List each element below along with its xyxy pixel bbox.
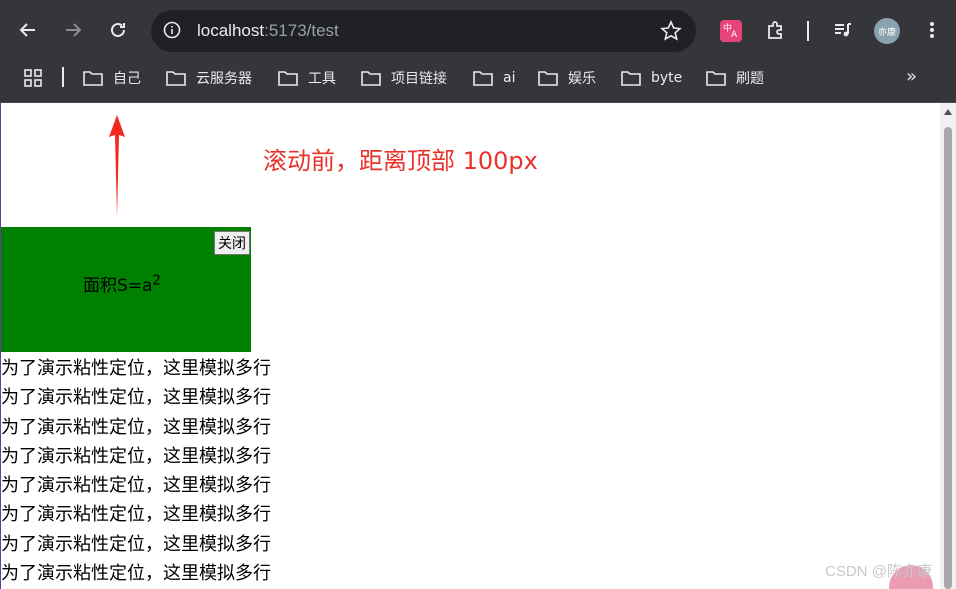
page-viewport: 滚动前，距离顶部 100px 面积S=a2 关闭 为了演示粘性定位，这里模拟多行…	[0, 103, 941, 589]
close-button[interactable]: 关闭	[214, 231, 250, 255]
content-lines: 为了演示粘性定位，这里模拟多行 为了演示粘性定位，这里模拟多行 为了演示粘性定位…	[1, 354, 401, 588]
bookmark-label: 工具	[308, 71, 336, 87]
folder-icon	[361, 71, 381, 86]
media-queue-icon[interactable]	[831, 18, 855, 42]
text-line: 为了演示粘性定位，这里模拟多行	[1, 504, 271, 526]
sticky-box: 面积S=a2 关闭	[1, 227, 251, 352]
folder-icon	[83, 71, 103, 86]
extensions-puzzle-icon[interactable]	[764, 18, 788, 42]
folder-icon	[166, 71, 186, 86]
bookmarks-separator	[62, 67, 64, 87]
annotation-text: 滚动前，距离顶部 100px	[263, 147, 538, 175]
bookmarks-overflow-chevron-icon[interactable]: »	[906, 66, 917, 87]
text-line: 为了演示粘性定位，这里模拟多行	[1, 358, 271, 379]
area-label: 面积S=a	[83, 276, 153, 296]
url-path: :5173/test	[264, 21, 339, 40]
scrollbar-thumb[interactable]	[944, 127, 952, 589]
bookmark-folder-item[interactable]: byte	[621, 67, 682, 89]
forward-arrow-icon[interactable]	[61, 18, 85, 42]
scroll-up-arrow-icon[interactable]	[944, 109, 952, 115]
bookmark-label: byte	[651, 70, 683, 86]
text-line: 为了演示粘性定位，这里模拟多行	[1, 416, 271, 438]
apps-grid-icon[interactable]	[24, 69, 42, 87]
watermark-text: CSDN @陈亦康	[825, 563, 932, 580]
annotation-arrow-icon	[109, 115, 125, 217]
bookmark-folder-item[interactable]: 自己	[83, 67, 141, 89]
reload-icon[interactable]	[106, 18, 130, 42]
vertical-scrollbar[interactable]	[940, 103, 956, 589]
bookmark-star-icon[interactable]	[660, 20, 682, 42]
area-formula: 面积S=a2	[83, 271, 161, 296]
browser-window: localhost:5173/test 中 A 亦康 自己 云服务器 工具 项目…	[0, 0, 956, 589]
bookmark-folder-item[interactable]: 云服务器	[166, 67, 252, 89]
text-line: 为了演示粘性定位，这里模拟多行	[1, 445, 271, 467]
bookmark-label: ai	[503, 70, 516, 86]
bookmark-label: 娱乐	[568, 71, 596, 87]
bookmark-folder-item[interactable]: 项目链接	[361, 67, 447, 89]
translate-extension-icon[interactable]: 中 A	[720, 20, 742, 42]
folder-icon	[278, 71, 298, 86]
folder-icon	[538, 71, 558, 86]
profile-avatar[interactable]: 亦康	[874, 18, 900, 44]
more-menu-icon[interactable]	[920, 18, 944, 42]
bookmark-label: 刷题	[736, 71, 764, 87]
folder-icon	[621, 71, 641, 86]
folder-icon	[473, 71, 493, 86]
bookmark-folder-item[interactable]: ai	[473, 67, 515, 89]
translate-ext-char-bottom: A	[731, 30, 738, 40]
text-line: 为了演示粘性定位，这里模拟多行	[1, 475, 271, 497]
bookmark-label: 项目链接	[391, 71, 447, 87]
url-text: localhost:5173/test	[197, 21, 339, 41]
bookmark-folder-item[interactable]: 刷题	[706, 67, 764, 89]
back-arrow-icon[interactable]	[16, 18, 40, 42]
bookmarks-bar: 自己 云服务器 工具 项目链接 ai 娱乐 byte 刷题 »	[0, 61, 956, 103]
bookmark-label: 云服务器	[196, 71, 252, 87]
browser-toolbar: localhost:5173/test 中 A 亦康	[0, 0, 956, 61]
toolbar-divider	[807, 21, 809, 41]
site-info-icon[interactable]	[163, 21, 181, 39]
bookmark-label: 自己	[113, 71, 141, 87]
text-line: 为了演示粘性定位，这里模拟多行	[1, 563, 271, 585]
bookmark-folder-item[interactable]: 娱乐	[538, 67, 596, 89]
text-line: 为了演示粘性定位，这里模拟多行	[1, 387, 271, 409]
area-exponent: 2	[152, 273, 161, 289]
text-line: 为了演示粘性定位，这里模拟多行	[1, 533, 271, 555]
url-host: localhost	[197, 21, 265, 40]
address-bar[interactable]: localhost:5173/test	[151, 10, 696, 52]
bookmark-folder-item[interactable]: 工具	[278, 67, 336, 89]
folder-icon	[706, 71, 726, 86]
